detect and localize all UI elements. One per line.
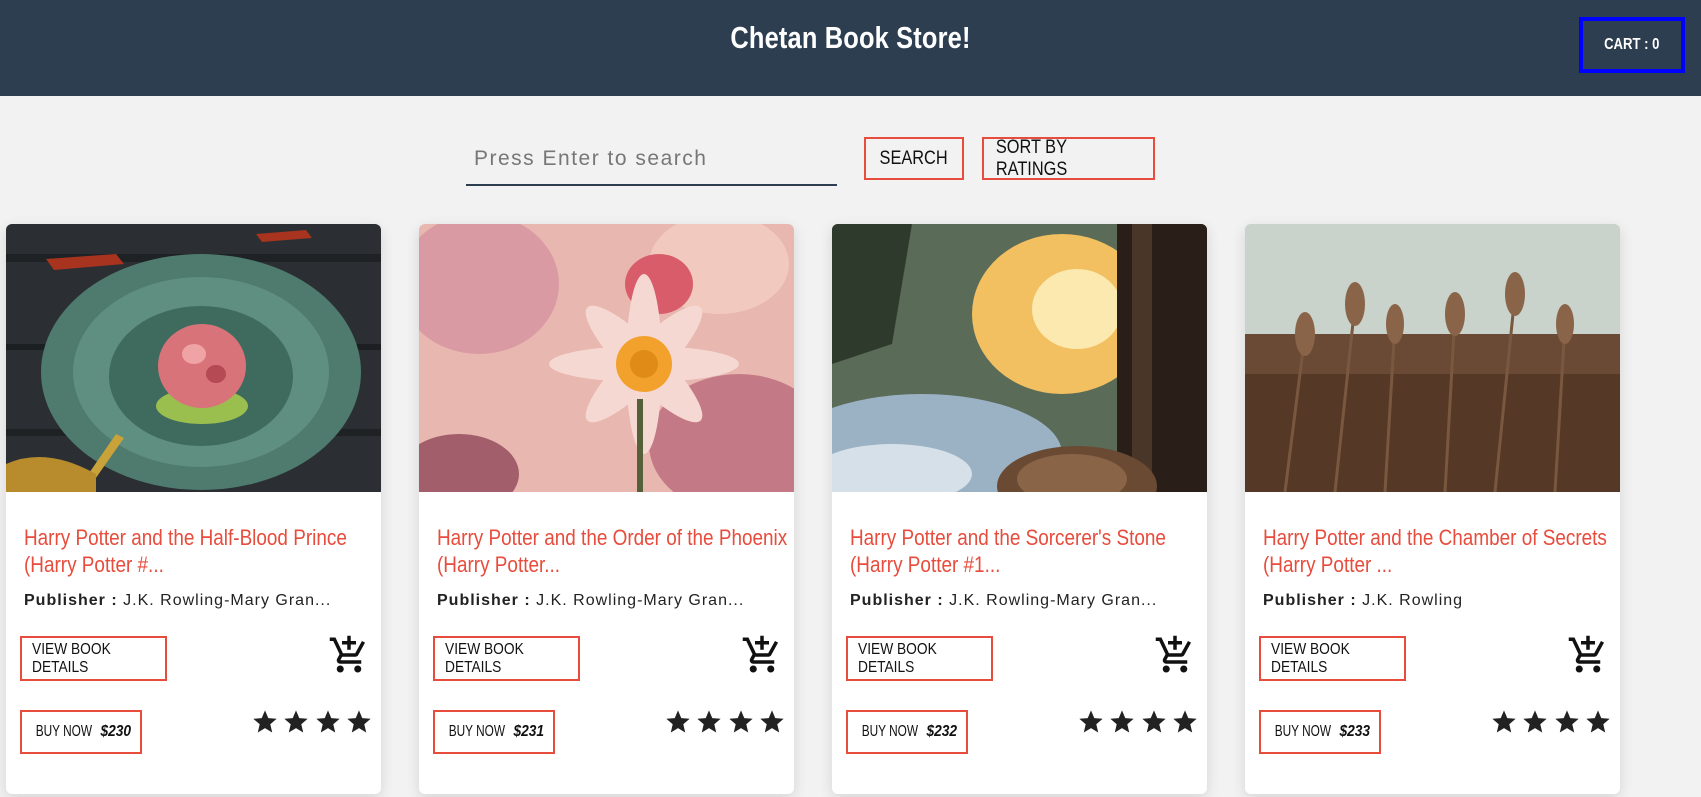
book-title[interactable]: Harry Potter and the Order of the Phoeni… [437,524,789,578]
add-to-cart-icon[interactable] [1154,634,1196,676]
view-book-details-button[interactable]: VIEW BOOK DETAILS [20,636,167,681]
book-card: Harry Potter and the Chamber of Secrets … [1245,224,1620,794]
store-title: Chetan Book Store! [730,20,971,55]
star-icon [1523,710,1547,733]
star-icon [697,710,721,733]
buy-now-button[interactable]: BUY NOW $230 [20,710,142,754]
star-icon [1554,710,1579,733]
star-icon [1173,710,1197,733]
star-icon [284,710,308,733]
book-cover-image [419,224,794,492]
publisher-line: Publisher : J.K. Rowling-Mary Gran... [437,592,744,610]
price: $232 [926,723,957,740]
view-book-details-button[interactable]: VIEW BOOK DETAILS [846,636,993,681]
book-card: Harry Potter and the Order of the Phoeni… [419,224,794,794]
star-icon [1586,710,1610,733]
star-icon [315,710,340,733]
publisher-name: J.K. Rowling-Mary Gran... [123,592,332,609]
search-input[interactable] [466,136,837,182]
book-title[interactable]: Harry Potter and the Chamber of Secrets … [1263,524,1615,578]
view-details-label: VIEW BOOK DETAILS [1271,640,1350,676]
book-cover-image [6,224,381,492]
star-icon [1079,710,1103,733]
top-navbar: Chetan Book Store! CART : 0 [0,0,1701,96]
book-cover-image [1245,224,1620,492]
publisher-name: J.K. Rowling-Mary Gran... [949,592,1158,609]
book-title[interactable]: Harry Potter and the Sorcerer's Stone (H… [850,524,1202,578]
cart-button[interactable]: CART : 0 [1579,17,1685,73]
publisher-name: J.K. Rowling [1362,592,1464,609]
publisher-name: J.K. Rowling-Mary Gran... [536,592,745,609]
sort-by-ratings-button[interactable]: SORT BY RATINGS [982,137,1155,180]
view-details-label: VIEW BOOK DETAILS [445,640,524,676]
rating-stars [1077,708,1199,740]
view-details-label: VIEW BOOK DETAILS [32,640,111,676]
price: $233 [1339,723,1370,740]
buy-now-button[interactable]: BUY NOW $231 [433,710,555,754]
cart-label: CART : 0 [1604,36,1660,53]
book-card: Harry Potter and the Half-Blood Prince (… [6,224,381,794]
rating-stars [1490,708,1612,740]
star-icon [253,710,277,733]
book-title[interactable]: Harry Potter and the Half-Blood Prince (… [24,524,376,578]
star-icon [666,710,690,733]
add-to-cart-icon[interactable] [328,634,370,676]
book-cover-image [832,224,1207,492]
search-button-label: SEARCH [879,147,949,169]
star-icon [1110,710,1134,733]
buy-now-label: BUY NOW [448,723,505,740]
book-card: Harry Potter and the Sorcerer's Stone (H… [832,224,1207,794]
star-icon [347,710,371,733]
price: $230 [100,723,131,740]
buy-now-button[interactable]: BUY NOW $232 [846,710,968,754]
star-icon [1141,710,1166,733]
publisher-line: Publisher : J.K. Rowling [1263,592,1463,610]
buy-now-button[interactable]: BUY NOW $233 [1259,710,1381,754]
publisher-label: Publisher : [850,592,944,609]
search-button[interactable]: SEARCH [864,137,964,180]
publisher-label: Publisher : [437,592,531,609]
publisher-label: Publisher : [24,592,118,609]
price: $231 [513,723,544,740]
publisher-line: Publisher : J.K. Rowling-Mary Gran... [850,592,1157,610]
star-icon [1492,710,1516,733]
buy-now-label: BUY NOW [861,723,918,740]
rating-stars [664,708,786,740]
add-to-cart-icon[interactable] [741,634,783,676]
publisher-label: Publisher : [1263,592,1357,609]
publisher-line: Publisher : J.K. Rowling-Mary Gran... [24,592,331,610]
view-book-details-button[interactable]: VIEW BOOK DETAILS [433,636,580,681]
add-to-cart-icon[interactable] [1567,634,1609,676]
view-book-details-button[interactable]: VIEW BOOK DETAILS [1259,636,1406,681]
sort-button-label: SORT BY RATINGS [995,136,1068,180]
buy-now-label: BUY NOW [1274,723,1331,740]
search-field [466,136,837,186]
rating-stars [251,708,373,740]
star-icon [760,710,784,733]
view-details-label: VIEW BOOK DETAILS [858,640,937,676]
buy-now-label: BUY NOW [35,723,92,740]
star-icon [728,710,753,733]
